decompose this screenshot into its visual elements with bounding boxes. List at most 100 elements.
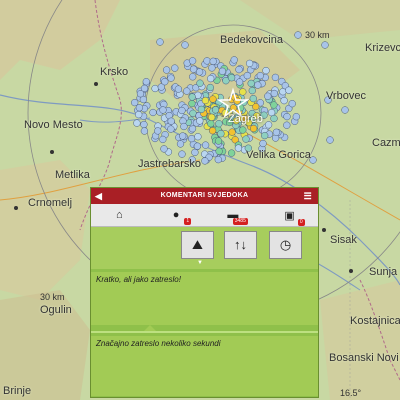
- quake-report-dot[interactable]: [189, 109, 197, 117]
- menu-icon[interactable]: ☰: [304, 188, 312, 204]
- quake-report-dot[interactable]: [259, 139, 267, 148]
- quake-report-dot[interactable]: [161, 78, 169, 86]
- quake-report-dot[interactable]: [188, 125, 197, 133]
- quake-report-dot[interactable]: [208, 113, 216, 121]
- quake-report-dot[interactable]: [214, 137, 223, 145]
- quake-report-dot[interactable]: [179, 132, 187, 140]
- quake-report-dot[interactable]: [270, 114, 278, 123]
- tab-globe[interactable]: ● 1: [162, 209, 192, 225]
- quake-report-dot[interactable]: [280, 96, 288, 105]
- quake-report-dot[interactable]: [167, 125, 175, 133]
- quake-report-dot[interactable]: [194, 133, 202, 141]
- quake-report-dot[interactable]: [254, 81, 262, 89]
- quake-report-dot[interactable]: [174, 85, 183, 93]
- quake-report-dot[interactable]: [230, 56, 238, 64]
- quake-report-dot[interactable]: [133, 119, 141, 127]
- quake-report-dot[interactable]: [189, 73, 197, 81]
- quake-report-dot[interactable]: [180, 122, 188, 131]
- quake-report-dot[interactable]: [245, 59, 254, 68]
- quake-report-dot[interactable]: [188, 57, 197, 65]
- quake-report-dot[interactable]: [159, 106, 167, 114]
- tab-home[interactable]: ⌂: [105, 209, 133, 221]
- quake-report-dot[interactable]: [176, 140, 185, 148]
- quake-report-dot[interactable]: [140, 120, 148, 129]
- quake-report-dot[interactable]: [154, 127, 162, 135]
- quake-report-dot[interactable]: [209, 95, 217, 103]
- quake-report-dot[interactable]: [149, 108, 157, 117]
- quake-report-dot[interactable]: [142, 78, 150, 86]
- tab-comments[interactable]: ▬ 3485: [219, 209, 248, 225]
- quake-report-dot[interactable]: [208, 127, 217, 135]
- quake-report-dot[interactable]: [217, 130, 225, 138]
- quake-report-dot[interactable]: [283, 121, 291, 129]
- tab-photos[interactable]: ▣ 0: [276, 209, 305, 226]
- quake-report-dot[interactable]: [292, 113, 300, 121]
- quake-report-dot[interactable]: [214, 155, 222, 164]
- quake-report-dot[interactable]: [140, 127, 149, 135]
- quake-report-dot[interactable]: [243, 71, 251, 80]
- quake-report-dot[interactable]: [167, 117, 175, 125]
- quake-report-dot[interactable]: [272, 128, 281, 136]
- quake-report-dot[interactable]: [256, 71, 264, 80]
- quake-report-dot[interactable]: [235, 78, 244, 86]
- quake-report-dot[interactable]: [211, 106, 220, 114]
- quake-report-dot[interactable]: [160, 145, 168, 153]
- quake-report-dot[interactable]: [181, 41, 189, 49]
- quake-report-dot[interactable]: [208, 64, 216, 72]
- quake-report-dot[interactable]: [283, 112, 291, 121]
- quake-report-dot[interactable]: [151, 84, 159, 93]
- quake-report-dot[interactable]: [234, 144, 243, 152]
- quake-report-dot[interactable]: [162, 66, 171, 74]
- quake-report-dot[interactable]: [203, 57, 211, 65]
- quake-report-dot[interactable]: [242, 135, 250, 143]
- quake-report-dot[interactable]: [326, 136, 334, 144]
- quake-report-dot[interactable]: [136, 90, 145, 98]
- quake-report-dot[interactable]: [264, 121, 273, 129]
- quake-report-dot[interactable]: [209, 57, 217, 65]
- quake-report-dot[interactable]: [156, 38, 164, 46]
- map-filter-button[interactable]: ⛰: [181, 231, 214, 259]
- quake-report-dot[interactable]: [193, 142, 202, 150]
- quake-report-dot[interactable]: [188, 93, 196, 101]
- quake-report-dot[interactable]: [270, 101, 278, 109]
- quake-report-dot[interactable]: [288, 100, 296, 108]
- quake-report-dot[interactable]: [171, 64, 179, 72]
- quake-report-dot[interactable]: [167, 74, 175, 82]
- quake-report-dot[interactable]: [262, 66, 270, 75]
- quake-report-dot[interactable]: [207, 120, 215, 128]
- quake-report-dot[interactable]: [271, 73, 280, 82]
- quake-report-dot[interactable]: [178, 106, 186, 115]
- quake-report-dot[interactable]: [135, 104, 144, 112]
- quake-report-dot[interactable]: [188, 99, 196, 108]
- quake-report-dot[interactable]: [187, 134, 196, 143]
- quake-report-dot[interactable]: [235, 65, 243, 74]
- quake-report-dot[interactable]: [215, 147, 223, 155]
- quake-report-dot[interactable]: [218, 67, 227, 75]
- quake-report-dot[interactable]: [135, 110, 143, 119]
- quake-report-dot[interactable]: [189, 65, 198, 73]
- quake-report-dot[interactable]: [227, 149, 236, 157]
- quake-report-dot[interactable]: [285, 86, 293, 94]
- quake-report-dot[interactable]: [239, 88, 247, 96]
- quake-report-dot[interactable]: [239, 126, 247, 134]
- quake-report-dot[interactable]: [227, 74, 236, 82]
- quake-report-dot[interactable]: [197, 105, 206, 114]
- quake-report-dot[interactable]: [248, 86, 256, 95]
- quake-report-dot[interactable]: [196, 79, 204, 87]
- sort-button[interactable]: ↑↓: [224, 231, 257, 259]
- time-button[interactable]: ◷: [269, 231, 302, 259]
- quake-report-dot[interactable]: [247, 79, 255, 88]
- quake-report-dot[interactable]: [341, 106, 349, 114]
- quake-report-dot[interactable]: [196, 117, 204, 125]
- back-arrow-icon[interactable]: ◀: [95, 188, 102, 204]
- quake-report-dot[interactable]: [207, 74, 215, 83]
- quake-report-dot[interactable]: [183, 87, 191, 95]
- quake-report-dot[interactable]: [201, 157, 209, 165]
- quake-report-dot[interactable]: [264, 92, 272, 100]
- quake-report-dot[interactable]: [215, 120, 223, 128]
- quake-report-dot[interactable]: [249, 124, 258, 133]
- quake-report-dot[interactable]: [206, 83, 214, 92]
- quake-report-dot[interactable]: [201, 96, 210, 105]
- quake-report-dot[interactable]: [270, 89, 278, 98]
- quake-report-dot[interactable]: [261, 131, 269, 140]
